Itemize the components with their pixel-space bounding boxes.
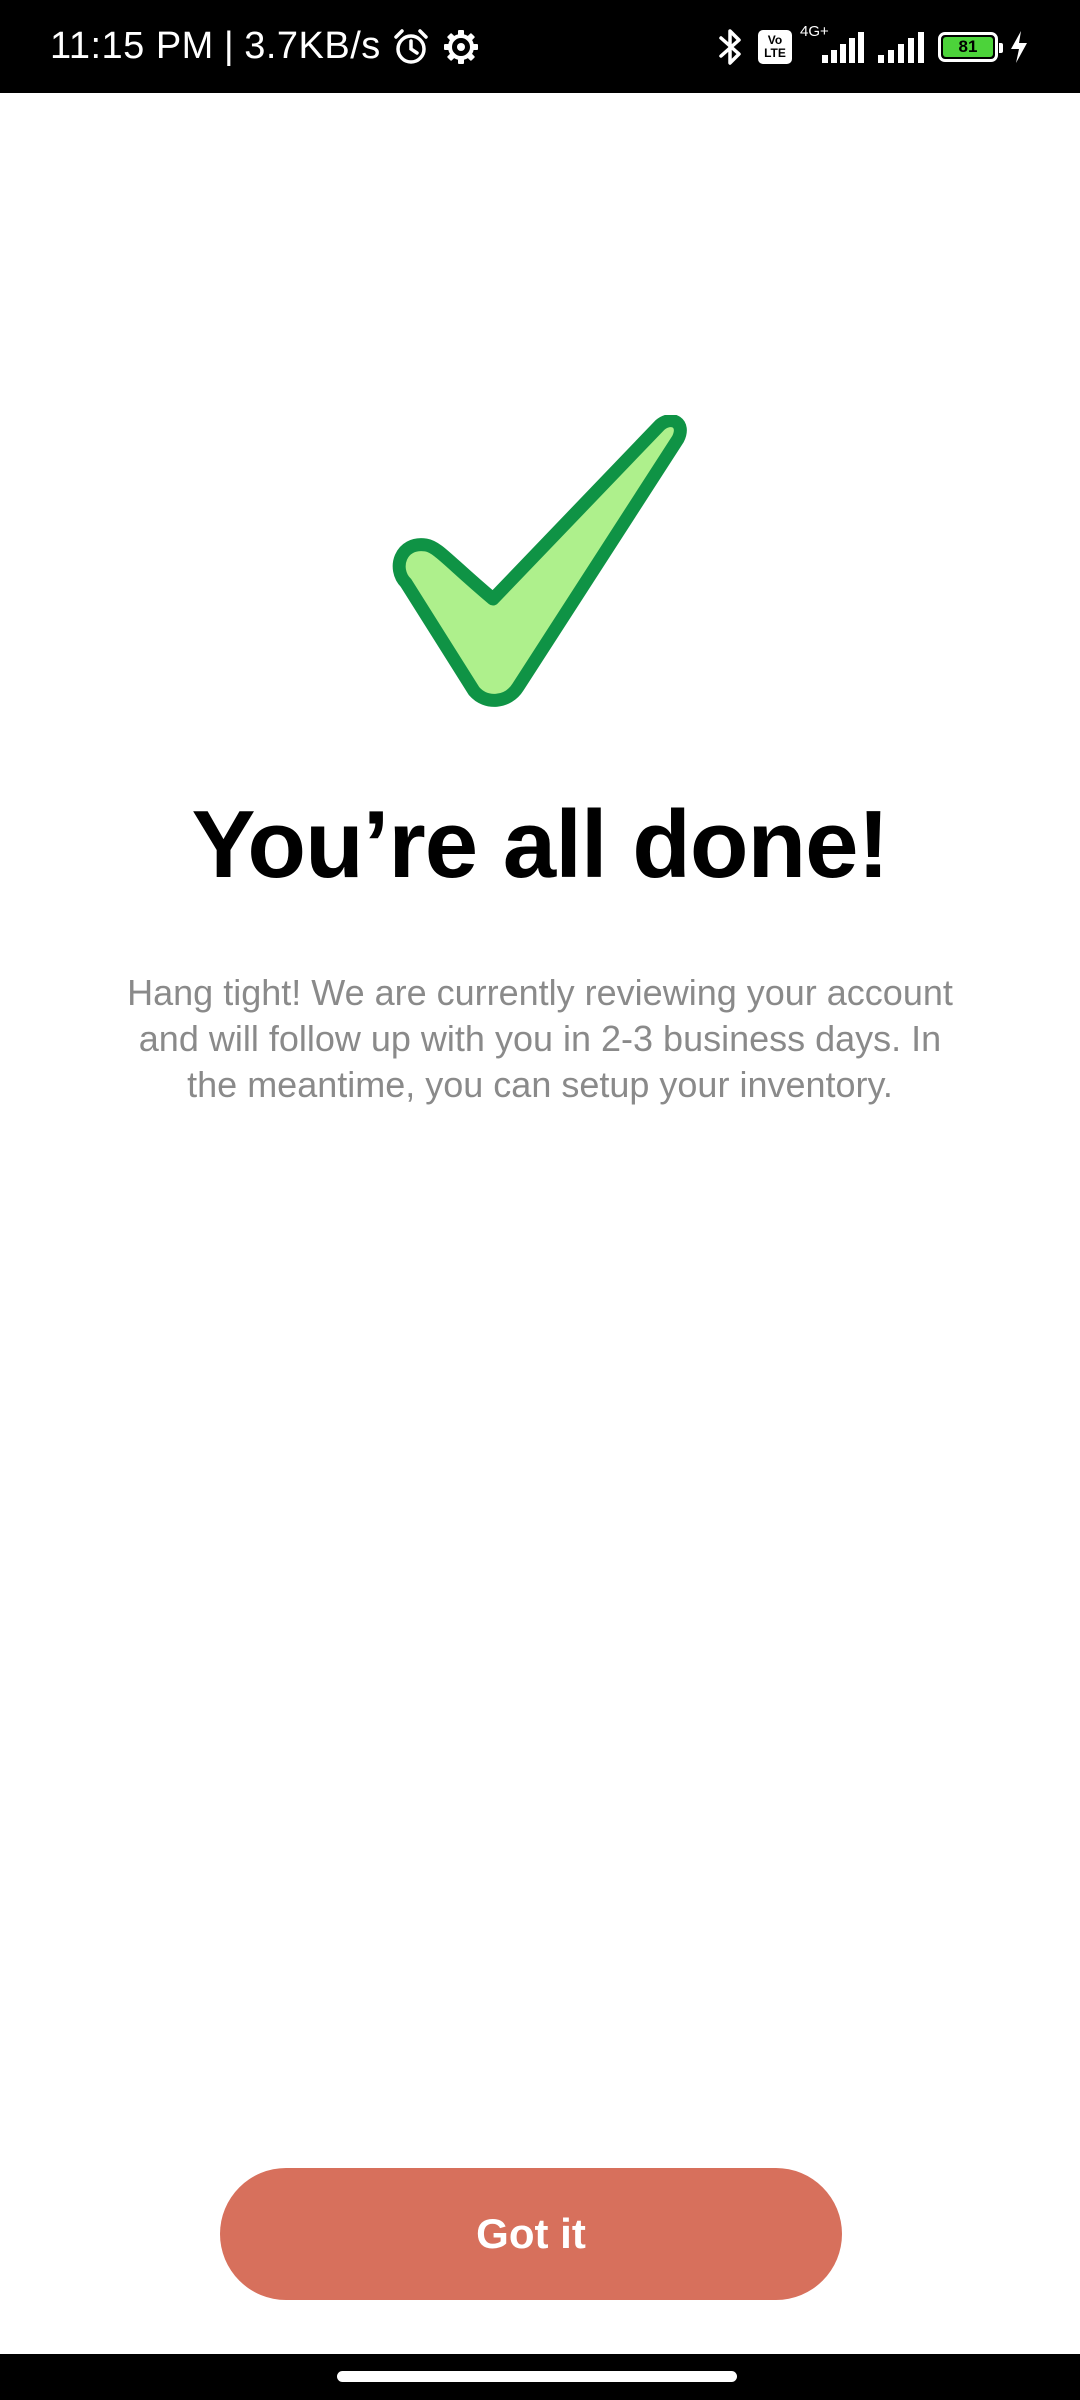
battery-level: 81 <box>943 36 993 57</box>
network-speed: 3.7KB/s <box>244 25 381 67</box>
screen: 11:15 PM | 3.7KB/s Vo LTE 4G+ 81 You’re … <box>0 0 1080 2400</box>
battery-icon: 81 <box>938 31 1003 62</box>
volte-line2: LTE <box>764 45 786 60</box>
bluetooth-icon <box>714 27 748 67</box>
navigation-bar <box>0 2354 1080 2400</box>
description-text: Hang tight! We are currently reviewing y… <box>127 972 953 1105</box>
volte-line1: Vo <box>767 32 783 47</box>
signal-icon <box>876 29 928 65</box>
status-separator: | <box>223 25 235 67</box>
charging-icon <box>1008 29 1030 65</box>
page-title: You’re all done! <box>191 791 890 898</box>
settings-icon <box>441 27 481 67</box>
checkmark-icon <box>390 414 690 715</box>
got-it-button[interactable]: Got it <box>220 2168 842 2300</box>
home-indicator[interactable] <box>337 2371 737 2382</box>
network-type: 4G+ <box>800 22 829 40</box>
signal-icon: 4G+ <box>800 23 866 65</box>
volte-icon: Vo LTE <box>758 29 792 64</box>
status-bar: 11:15 PM | 3.7KB/s Vo LTE 4G+ 81 <box>0 0 1080 93</box>
status-right: Vo LTE 4G+ 81 <box>714 0 1030 93</box>
status-left: 11:15 PM | 3.7KB/s <box>50 0 481 93</box>
status-time: 11:15 PM <box>50 25 214 67</box>
alarm-icon <box>391 27 431 67</box>
battery-cap <box>999 42 1003 53</box>
